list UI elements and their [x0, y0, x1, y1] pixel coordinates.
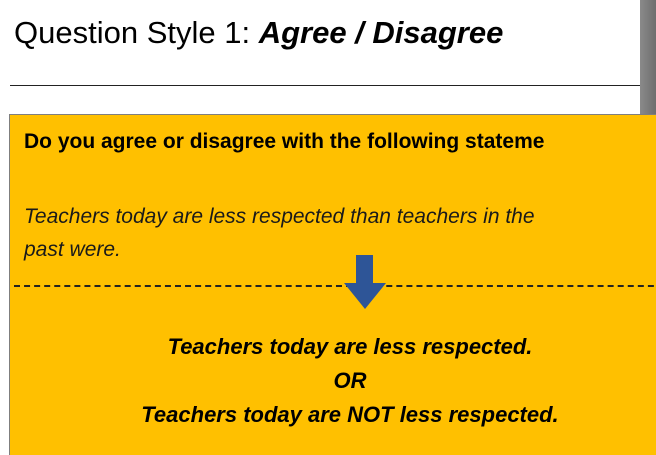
statement-text: Teachers today are less respected than t…: [24, 200, 656, 266]
title-underline: [10, 85, 656, 86]
title-emphasis: Agree / Disagree: [258, 15, 504, 50]
option-less-respected: Teachers today are less respected.: [167, 334, 533, 359]
question-text: Do you agree or disagree with the follow…: [24, 130, 545, 153]
statement-line-2: past were.: [24, 238, 121, 261]
arrow-down-icon: [344, 255, 386, 309]
conclusion-block: Teachers today are less respected. OR Te…: [0, 330, 656, 432]
title-prefix: Question Style 1:: [14, 15, 259, 50]
slide-title: Question Style 1: Agree / Disagree: [14, 14, 503, 52]
slide: Question Style 1: Agree / Disagree Do yo…: [0, 0, 656, 455]
dashed-divider: [14, 285, 656, 287]
statement-line-1: Teachers today are less respected than t…: [24, 205, 535, 228]
option-not-less-respected: Teachers today are NOT less respected.: [141, 402, 559, 427]
or-label: OR: [333, 368, 367, 393]
